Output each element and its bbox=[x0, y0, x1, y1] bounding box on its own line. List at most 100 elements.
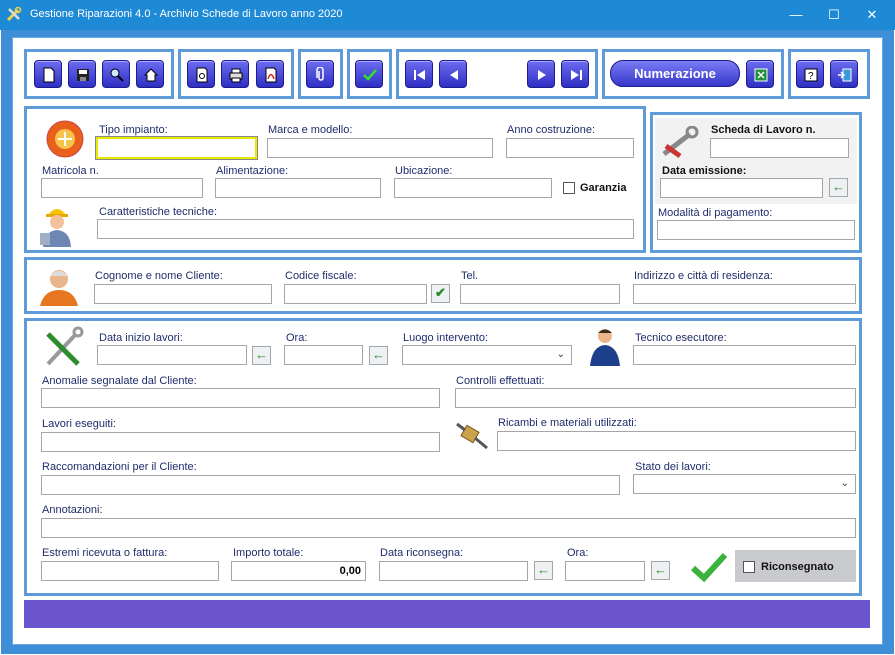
riconsegnato-label: Riconsegnato bbox=[761, 561, 834, 573]
stato-lavori-label: Stato dei lavori: bbox=[635, 461, 711, 473]
ora-riconsegna-now-button[interactable]: ← bbox=[651, 561, 670, 580]
scheda-numero-label: Scheda di Lavoro n. bbox=[711, 124, 816, 136]
data-emissione-label: Data emissione: bbox=[662, 165, 747, 177]
data-inizio-input[interactable] bbox=[97, 345, 247, 365]
first-icon bbox=[414, 70, 425, 80]
alimentazione-label: Alimentazione: bbox=[216, 165, 289, 177]
previous-record-button[interactable] bbox=[439, 60, 467, 88]
ora-riconsegna-label: Ora: bbox=[567, 547, 589, 559]
client-avatar-icon bbox=[40, 270, 78, 306]
annotazioni-label: Annotazioni: bbox=[42, 504, 103, 516]
excel-button[interactable] bbox=[746, 60, 774, 88]
confirm-button[interactable] bbox=[355, 60, 383, 88]
attachment-button[interactable] bbox=[306, 60, 334, 88]
exit-door-icon bbox=[838, 68, 852, 82]
matricola-input[interactable] bbox=[41, 178, 203, 198]
anno-costruzione-input[interactable] bbox=[506, 138, 634, 158]
maximize-button[interactable]: ☐ bbox=[814, 0, 854, 30]
new-button[interactable] bbox=[34, 60, 62, 88]
stato-lavori-select[interactable]: ⌄ bbox=[633, 474, 856, 494]
close-button[interactable]: ✕ bbox=[852, 0, 892, 30]
tipo-impianto-label: Tipo impianto: bbox=[99, 124, 168, 136]
search-button[interactable] bbox=[102, 60, 130, 88]
anno-costruzione-label: Anno costruzione: bbox=[507, 124, 596, 136]
print-preview-icon bbox=[196, 67, 208, 83]
tel-label: Tel. bbox=[461, 270, 479, 282]
pagamento-label: Modalità di pagamento: bbox=[658, 207, 773, 219]
lavori-eseguiti-input[interactable] bbox=[41, 432, 440, 452]
ricevuta-label: Estremi ricevuta o fattura: bbox=[42, 547, 168, 559]
home-button[interactable] bbox=[136, 60, 164, 88]
wrench-icon bbox=[662, 126, 699, 159]
indirizzo-input[interactable] bbox=[633, 284, 856, 304]
caratteristiche-input[interactable] bbox=[97, 219, 634, 239]
help-button[interactable]: ? bbox=[796, 60, 824, 88]
indirizzo-label: Indirizzo e città di residenza: bbox=[634, 270, 773, 282]
luogo-intervento-select[interactable]: ⌄ bbox=[402, 345, 572, 365]
tecnico-label: Tecnico esecutore: bbox=[635, 332, 727, 344]
lavori-eseguiti-label: Lavori eseguiti: bbox=[42, 418, 116, 430]
ricevuta-input[interactable] bbox=[41, 561, 219, 581]
verify-cf-button[interactable]: ✔ bbox=[431, 284, 450, 303]
home-icon bbox=[143, 68, 159, 82]
luogo-intervento-label: Luogo intervento: bbox=[403, 332, 489, 344]
ricambi-input[interactable] bbox=[497, 431, 856, 451]
data-riconsegna-today-button[interactable]: ← bbox=[534, 561, 553, 580]
alimentazione-input[interactable] bbox=[215, 178, 381, 198]
data-emissione-input[interactable] bbox=[660, 178, 823, 198]
last-icon bbox=[571, 70, 582, 80]
pdf-icon bbox=[265, 67, 277, 83]
ora-inizio-now-button[interactable]: ← bbox=[369, 346, 388, 365]
ora-inizio-label: Ora: bbox=[286, 332, 308, 344]
paperclip-icon bbox=[316, 67, 324, 81]
pdf-button[interactable] bbox=[256, 60, 284, 88]
exit-button[interactable] bbox=[830, 60, 858, 88]
next-icon bbox=[538, 70, 546, 80]
ricambi-label: Ricambi e materiali utilizzati: bbox=[498, 417, 637, 429]
last-record-button[interactable] bbox=[561, 60, 589, 88]
next-record-button[interactable] bbox=[527, 60, 555, 88]
title-bar: Gestione Riparazioni 4.0 - Archivio Sche… bbox=[0, 0, 895, 30]
scheda-numero-input[interactable] bbox=[710, 138, 849, 158]
riconsegnato-checkbox[interactable] bbox=[743, 561, 755, 573]
controlli-label: Controlli effettuati: bbox=[456, 375, 545, 387]
first-record-button[interactable] bbox=[405, 60, 433, 88]
ora-riconsegna-input[interactable] bbox=[565, 561, 645, 581]
minimize-button[interactable]: — bbox=[776, 0, 816, 30]
tools-icon bbox=[46, 326, 84, 366]
importo-input[interactable] bbox=[231, 561, 366, 581]
nome-cliente-label: Cognome e nome Cliente: bbox=[95, 270, 223, 282]
garanzia-checkbox[interactable] bbox=[563, 182, 575, 194]
save-button[interactable] bbox=[68, 60, 96, 88]
controlli-input[interactable] bbox=[455, 388, 856, 408]
tel-input[interactable] bbox=[460, 284, 620, 304]
codice-fiscale-input[interactable] bbox=[284, 284, 427, 304]
spare-part-icon bbox=[456, 422, 488, 450]
svg-text:?: ? bbox=[808, 71, 814, 82]
print-button[interactable] bbox=[221, 60, 249, 88]
nome-cliente-input[interactable] bbox=[94, 284, 272, 304]
annotazioni-input[interactable] bbox=[41, 518, 856, 538]
data-riconsegna-input[interactable] bbox=[379, 561, 528, 581]
printer-icon bbox=[229, 68, 243, 83]
marca-modello-input[interactable] bbox=[267, 138, 493, 158]
big-check-icon bbox=[690, 552, 728, 582]
ora-inizio-input[interactable] bbox=[284, 345, 363, 365]
chevron-down-icon: ⌄ bbox=[556, 349, 565, 360]
importo-label: Importo totale: bbox=[233, 547, 304, 559]
new-document-icon bbox=[43, 67, 55, 83]
ubicazione-label: Ubicazione: bbox=[395, 165, 453, 177]
anomalie-label: Anomalie segnalate dal Cliente: bbox=[42, 375, 197, 387]
raccomandazioni-input[interactable] bbox=[41, 475, 620, 495]
ubicazione-input[interactable] bbox=[394, 178, 552, 198]
pagamento-input[interactable] bbox=[657, 220, 855, 240]
search-icon bbox=[110, 68, 124, 82]
excel-icon bbox=[754, 68, 768, 82]
tecnico-input[interactable] bbox=[633, 345, 856, 365]
data-inizio-today-button[interactable]: ← bbox=[252, 346, 271, 365]
numerazione-button[interactable]: Numerazione bbox=[610, 60, 740, 87]
anomalie-input[interactable] bbox=[41, 388, 440, 408]
preview-button[interactable] bbox=[187, 60, 215, 88]
tipo-impianto-input[interactable] bbox=[95, 136, 258, 160]
data-emissione-today-button[interactable]: ← bbox=[829, 178, 848, 197]
